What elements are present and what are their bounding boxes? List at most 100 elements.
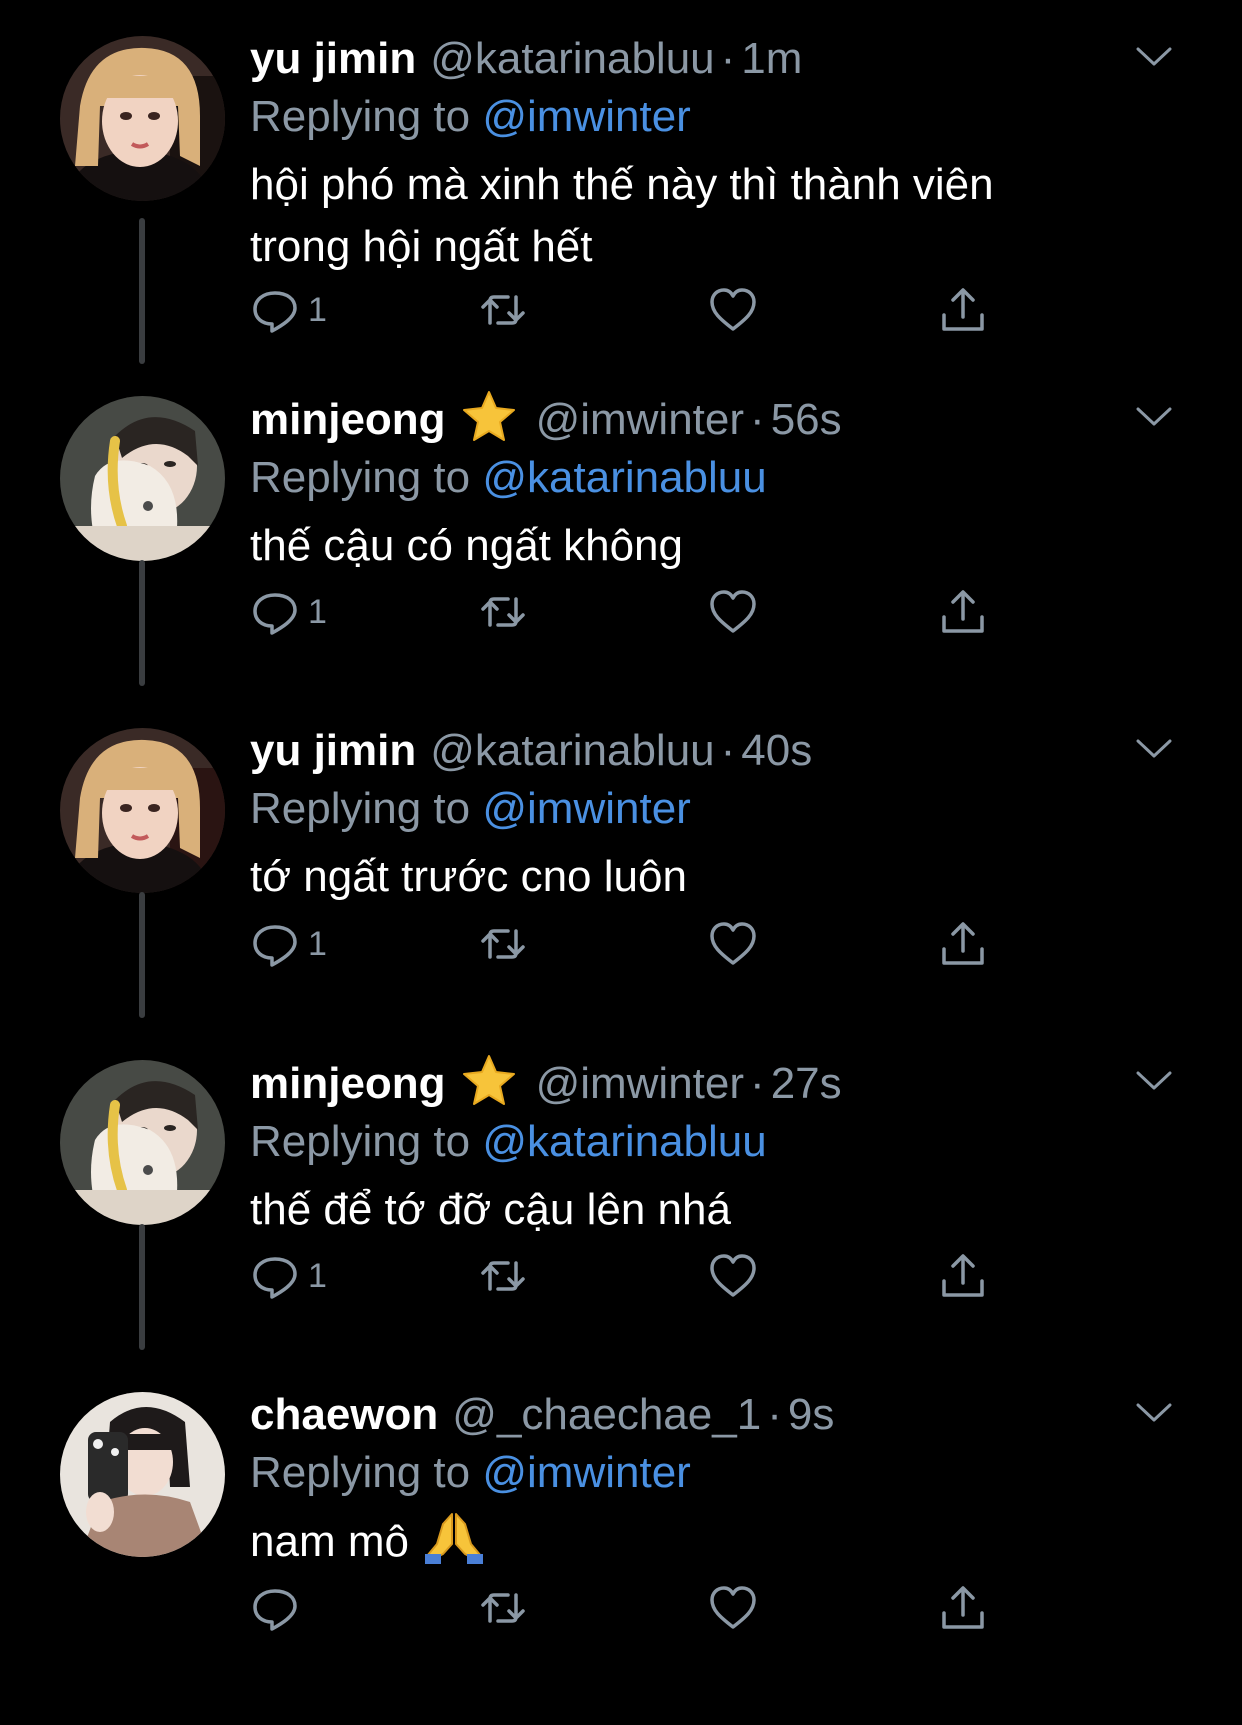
display-name[interactable]: chaewon [250,1390,438,1439]
share-button[interactable] [938,1248,988,1304]
replying-to-label: Replying to [250,453,483,502]
username-handle[interactable]: @imwinter [536,1059,744,1108]
chevron-down-icon[interactable] [1134,44,1174,70]
star-emoji-icon [462,391,515,441]
replying-to: Replying to @katarinabluu [250,1113,1162,1171]
tweet-content: yu jimin @katarinabluu · 1m Replying to @im… [250,30,1162,278]
tweet[interactable]: minjeong @imwinter · 56s Replying to @katar… [0,360,1242,692]
reply-thread: yu jimin @katarinabluu · 1m Replying to @im… [0,0,1242,1725]
tweet-text-line: thế để tớ đỡ cậu lên nhá [250,1185,731,1234]
tweet-header: minjeong @imwinter · 56s [250,390,1162,449]
tweet[interactable]: minjeong @imwinter · 27s Replying to @katar… [0,1024,1242,1356]
username-handle[interactable]: @_chaechae_1 [452,1390,761,1439]
share-icon [942,922,984,965]
thread-line [139,218,145,364]
tweet-text: thế để tớ đỡ cậu lên nhá [250,1179,1162,1241]
chevron-down-icon[interactable] [1134,1068,1174,1094]
share-button[interactable] [938,916,988,972]
tweet-text: tớ ngất trước cno luôn [250,846,1162,908]
replying-to: Replying to @katarinabluu [250,449,1162,507]
share-button[interactable] [938,282,988,338]
tweet-content: chaewon @_chaechae_1 · 9s Replying to @imwi… [250,1386,1162,1573]
timestamp[interactable]: 1m [741,34,802,83]
tweet[interactable]: yu jimin @katarinabluu · 40s Replying to @i… [0,692,1242,1024]
tweet[interactable]: chaewon @_chaechae_1 · 9s Replying to @imwi… [0,1356,1242,1688]
like-button[interactable] [708,584,758,640]
reply-icon [253,291,297,333]
tweet[interactable]: yu jimin @katarinabluu · 1m Replying to @im… [0,0,1242,364]
reply-count: 1 [308,290,327,329]
tweet-header: yu jimin @katarinabluu · 1m [250,30,1162,88]
heart-icon [710,1254,756,1297]
timestamp[interactable]: 27s [771,1059,842,1108]
heart-icon [710,922,756,965]
retweet-button[interactable] [478,916,528,972]
avatar[interactable] [60,1060,225,1225]
retweet-icon [481,1261,525,1291]
reply-button[interactable]: 1 [250,584,327,640]
timestamp[interactable]: 40s [741,726,812,775]
display-name[interactable]: minjeong [250,395,446,444]
timestamp[interactable]: 9s [788,1390,834,1439]
replying-to-mention[interactable]: @imwinter [482,92,690,141]
replying-to: Replying to @imwinter [250,88,1162,146]
separator-dot: · [767,1390,782,1439]
retweet-icon [481,295,525,325]
tweet-actions: 1 [250,1248,1010,1304]
like-button[interactable] [708,1580,758,1636]
share-icon [942,288,984,331]
like-button[interactable] [708,282,758,338]
like-button[interactable] [708,1248,758,1304]
replying-to-label: Replying to [250,784,483,833]
tweet-actions: 1 [250,584,1010,640]
tweet-text: thế cậu có ngất không [250,515,1162,577]
tweet-actions [250,1580,1010,1636]
avatar[interactable] [60,728,225,893]
timestamp[interactable]: 56s [771,395,842,444]
avatar[interactable] [60,396,225,561]
display-name[interactable]: minjeong [250,1059,446,1108]
retweet-button[interactable] [478,1248,528,1304]
reply-button[interactable]: 1 [250,916,327,972]
replying-to-mention[interactable]: @imwinter [482,1448,690,1497]
chevron-down-icon[interactable] [1134,1400,1174,1426]
retweet-icon [481,597,525,627]
display-name[interactable]: yu jimin [250,726,416,775]
star-emoji-icon [462,1055,515,1105]
folded-hands-emoji-icon [424,1513,483,1564]
reply-icon [253,1257,297,1299]
avatar[interactable] [60,36,225,201]
replying-to-mention[interactable]: @katarinabluu [482,453,766,502]
tweet-header: minjeong @imwinter · 27s [250,1054,1162,1113]
retweet-button[interactable] [478,282,528,338]
reply-button[interactable]: 1 [250,1248,327,1304]
retweet-button[interactable] [478,1580,528,1636]
username-handle[interactable]: @katarinabluu [430,726,714,775]
replying-to-mention[interactable]: @katarinabluu [482,1117,766,1166]
chevron-down-icon[interactable] [1134,736,1174,762]
chevron-down-icon[interactable] [1134,404,1174,430]
share-button[interactable] [938,584,988,640]
separator-dot: · [720,726,736,775]
display-name[interactable]: yu jimin [250,34,416,83]
reply-button[interactable] [250,1580,308,1636]
heart-icon [710,288,756,331]
share-icon [942,1254,984,1297]
replying-to-mention[interactable]: @imwinter [482,784,690,833]
heart-icon [710,590,756,633]
username-handle[interactable]: @katarinabluu [430,34,714,83]
tweet-text-line: trong hội ngất hết [250,222,593,271]
share-icon [942,590,984,633]
username-handle[interactable]: @imwinter [536,395,744,444]
tweet-content: minjeong @imwinter · 56s Replying to @katar… [250,390,1162,577]
avatar[interactable] [60,1392,225,1557]
separator-dot: · [750,395,765,444]
retweet-button[interactable] [478,584,528,640]
replying-to: Replying to @imwinter [250,780,1162,838]
thread-line [139,560,145,686]
like-button[interactable] [708,916,758,972]
separator-dot: · [720,34,736,83]
tweet-text-line: nam mô [250,1510,1162,1573]
reply-button[interactable]: 1 [250,282,327,338]
share-button[interactable] [938,1580,988,1636]
